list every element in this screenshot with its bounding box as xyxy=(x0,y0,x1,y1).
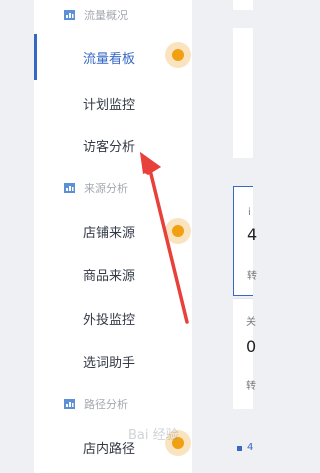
watermark: Bai 经验 xyxy=(128,428,179,443)
red-arrow-annotation xyxy=(140,152,189,324)
